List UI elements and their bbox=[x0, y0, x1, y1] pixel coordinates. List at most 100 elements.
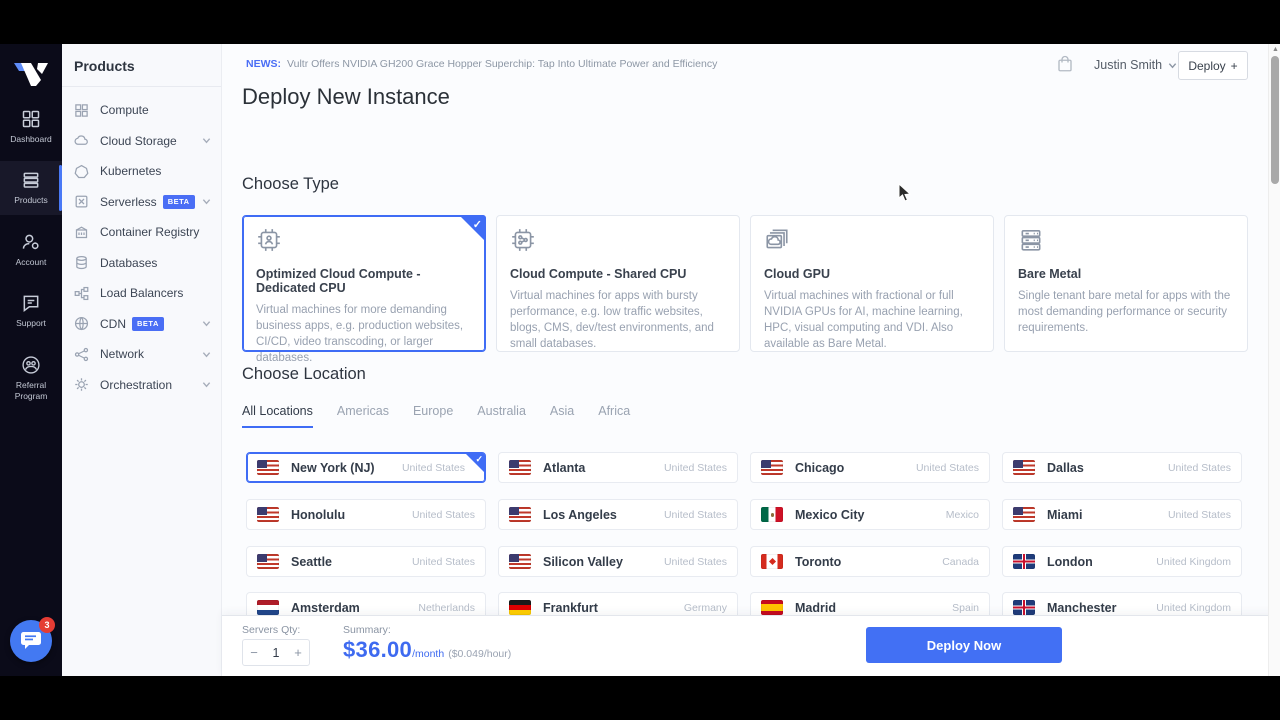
cloud-storage-icon bbox=[74, 133, 89, 148]
location-card-london[interactable]: London United Kingdom bbox=[1002, 546, 1242, 577]
compute-icon bbox=[74, 103, 89, 118]
location-country: United States bbox=[916, 462, 979, 474]
sidebar-item-products[interactable]: Products bbox=[0, 161, 62, 214]
databases-icon bbox=[74, 255, 89, 270]
sidebar-item-referral-program[interactable]: Referral Program bbox=[0, 346, 62, 411]
location-city: Madrid bbox=[795, 601, 836, 615]
sidebar-item-load-balancers[interactable]: Load Balancers bbox=[62, 278, 221, 309]
deploy-header-button[interactable]: Deploy + bbox=[1178, 51, 1248, 80]
location-card-silicon-valley[interactable]: Silicon Valley United States bbox=[498, 546, 738, 577]
scrollbar-up-arrow[interactable]: ▲ bbox=[1272, 46, 1279, 53]
sidebar-item-network[interactable]: Network bbox=[62, 339, 221, 370]
location-card-honolulu[interactable]: Honolulu United States bbox=[246, 499, 486, 530]
per-month-label: /month bbox=[412, 648, 444, 660]
location-card-mexico-city[interactable]: Mexico City Mexico bbox=[750, 499, 990, 530]
type-card-optimized-cloud-compute[interactable]: ✓ Optimized Cloud Compute - Dedicated CP… bbox=[242, 215, 486, 352]
sidebar-item-databases[interactable]: Databases bbox=[62, 248, 221, 279]
flag-united-states-icon bbox=[257, 554, 279, 569]
location-card-dallas[interactable]: Dallas United States bbox=[1002, 452, 1242, 483]
location-card-new-york[interactable]: New York (NJ) United States ✓ bbox=[246, 452, 486, 483]
scrollbar[interactable]: ▲ bbox=[1268, 44, 1280, 676]
location-card-toronto[interactable]: Toronto Canada bbox=[750, 546, 990, 577]
increment-button[interactable]: + bbox=[287, 645, 309, 660]
flag-united-states-icon bbox=[509, 507, 531, 522]
sidebar-item-label: Cloud Storage bbox=[100, 134, 177, 148]
flag-united-states-icon bbox=[761, 460, 783, 475]
sidebar-item-cdn[interactable]: CDN BETA bbox=[62, 309, 221, 340]
user-name: Justin Smith bbox=[1094, 58, 1162, 72]
sidebar-item-cloud-storage[interactable]: Cloud Storage bbox=[62, 126, 221, 157]
location-card-miami[interactable]: Miami United States bbox=[1002, 499, 1242, 530]
chevron-down-icon bbox=[202, 197, 211, 206]
cart-icon[interactable] bbox=[1056, 55, 1074, 73]
location-country: Mexico bbox=[946, 509, 979, 521]
sidebar-item-serverless[interactable]: Serverless BETA bbox=[62, 187, 221, 218]
sidebar-item-label: Orchestration bbox=[100, 378, 172, 392]
products-sidebar: Products Compute Cloud Storage Kubernete… bbox=[62, 44, 222, 676]
news-text: Vultr Offers NVIDIA GH200 Grace Hopper S… bbox=[287, 58, 717, 70]
location-country: United States bbox=[1168, 509, 1231, 521]
tab-americas[interactable]: Americas bbox=[337, 404, 389, 428]
sidebar-item-compute[interactable]: Compute bbox=[62, 95, 221, 126]
location-city: Manchester bbox=[1047, 601, 1116, 615]
sidebar-item-container-registry[interactable]: Container Registry bbox=[62, 217, 221, 248]
location-country: United States bbox=[412, 556, 475, 568]
choose-location-heading: Choose Location bbox=[242, 365, 366, 384]
type-card-bare-metal[interactable]: Bare Metal Single tenant bare metal for … bbox=[1004, 215, 1248, 352]
dedicated-cpu-icon bbox=[256, 227, 282, 253]
location-country: United States bbox=[402, 462, 465, 474]
sidebar-item-label: Referral Program bbox=[2, 380, 60, 403]
location-country: Canada bbox=[942, 556, 979, 568]
flag-united-states-icon bbox=[1013, 507, 1035, 522]
network-icon bbox=[74, 347, 89, 362]
location-city: Atlanta bbox=[543, 461, 585, 475]
tab-asia[interactable]: Asia bbox=[550, 404, 574, 428]
type-card-title: Cloud GPU bbox=[764, 267, 980, 281]
sidebar-item-account[interactable]: Account bbox=[0, 223, 62, 276]
flag-germany-icon bbox=[509, 600, 531, 615]
sidebar-item-label: Container Registry bbox=[100, 225, 199, 239]
sidebar-item-dashboard[interactable]: Dashboard bbox=[0, 100, 62, 153]
flag-spain-icon bbox=[761, 600, 783, 615]
location-card-chicago[interactable]: Chicago United States bbox=[750, 452, 990, 483]
scrollbar-thumb[interactable] bbox=[1271, 56, 1279, 184]
tab-australia[interactable]: Australia bbox=[477, 404, 526, 428]
location-city: Honolulu bbox=[291, 508, 345, 522]
location-city: Frankfurt bbox=[543, 601, 598, 615]
user-menu[interactable]: Justin Smith bbox=[1094, 58, 1177, 72]
chat-support-button[interactable]: 3 bbox=[10, 620, 52, 662]
location-city: Los Angeles bbox=[543, 508, 617, 522]
sidebar-item-orchestration[interactable]: Orchestration bbox=[62, 370, 221, 401]
sidebar-item-label: Network bbox=[100, 347, 144, 361]
vultr-logo[interactable] bbox=[14, 60, 48, 86]
tab-all-locations[interactable]: All Locations bbox=[242, 404, 313, 428]
type-card-title: Bare Metal bbox=[1018, 267, 1234, 281]
flag-united-kingdom-icon bbox=[1013, 554, 1035, 569]
tab-europe[interactable]: Europe bbox=[413, 404, 453, 428]
sidebar-item-support[interactable]: Support bbox=[0, 284, 62, 337]
location-card-los-angeles[interactable]: Los Angeles United States bbox=[498, 499, 738, 530]
sidebar-item-label: Load Balancers bbox=[100, 286, 183, 300]
chat-notification-badge: 3 bbox=[39, 617, 55, 633]
location-card-seattle[interactable]: Seattle United States bbox=[246, 546, 486, 577]
plus-icon: + bbox=[1231, 59, 1238, 73]
flag-united-states-icon bbox=[257, 507, 279, 522]
location-city: Dallas bbox=[1047, 461, 1084, 475]
decrement-button[interactable]: − bbox=[243, 645, 265, 660]
chevron-down-icon bbox=[1168, 61, 1177, 70]
chevron-down-icon bbox=[202, 136, 211, 145]
type-card-cloud-gpu[interactable]: Cloud GPU Virtual machines with fraction… bbox=[750, 215, 994, 352]
news-banner[interactable]: NEWS: Vultr Offers NVIDIA GH200 Grace Ho… bbox=[246, 58, 717, 70]
load-balancers-icon bbox=[74, 286, 89, 301]
beta-badge: BETA bbox=[132, 317, 164, 331]
sidebar-item-label: Compute bbox=[100, 103, 149, 117]
flag-united-states-icon bbox=[1013, 460, 1035, 475]
sidebar-item-kubernetes[interactable]: Kubernetes bbox=[62, 156, 221, 187]
type-card-cloud-compute[interactable]: Cloud Compute - Shared CPU Virtual machi… bbox=[496, 215, 740, 352]
container-registry-icon bbox=[74, 225, 89, 240]
location-card-atlanta[interactable]: Atlanta United States bbox=[498, 452, 738, 483]
deploy-now-button[interactable]: Deploy Now bbox=[866, 627, 1062, 663]
tab-africa[interactable]: Africa bbox=[598, 404, 630, 428]
location-city: Toronto bbox=[795, 555, 841, 569]
shared-cpu-icon bbox=[510, 227, 536, 253]
